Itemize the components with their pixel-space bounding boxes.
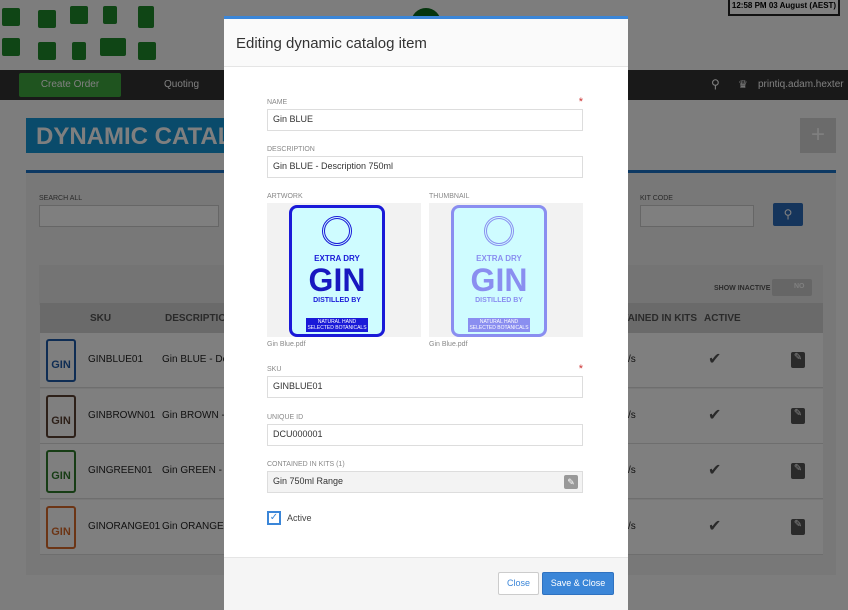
unique-id-label: UNIQUE ID <box>267 414 304 421</box>
sku-input[interactable]: GINBLUE01 <box>267 376 583 398</box>
description-label: DESCRIPTION <box>267 146 315 153</box>
required-marker: * <box>578 363 583 375</box>
active-checkbox[interactable]: ✓ <box>267 511 281 525</box>
name-input[interactable]: Gin BLUE <box>267 109 583 131</box>
description-input[interactable]: Gin BLUE - Description 750ml <box>267 156 583 178</box>
unique-id-input[interactable]: DCU000001 <box>267 424 583 446</box>
required-marker: * <box>578 96 583 108</box>
artwork-filename[interactable]: Gin Blue.pdf <box>267 341 306 348</box>
active-label: Active <box>287 513 312 523</box>
thumbnail-filename[interactable]: Gin Blue.pdf <box>429 341 468 348</box>
thumbnail-image[interactable]: EXTRA DRY GIN DISTILLED BY NATURAL HAND … <box>429 203 583 337</box>
thumbnail-label: THUMBNAIL <box>429 193 470 200</box>
name-label: NAME <box>267 99 288 106</box>
edit-catalog-item-dialog: Editing dynamic catalog item NAME * Gin BL… <box>224 16 628 610</box>
artwork-label: ARTWORK <box>267 193 303 200</box>
artwork-image[interactable]: EXTRA DRY GIN DISTILLED BY NATURAL HAND … <box>267 203 421 337</box>
dialog-title: Editing dynamic catalog item <box>236 35 427 52</box>
close-button[interactable]: Close <box>498 572 539 595</box>
kits-label: CONTAINED IN KITS (1) <box>267 461 345 468</box>
kits-field: Gin 750ml Range ✎ <box>267 471 583 493</box>
edit-kits-icon[interactable]: ✎ <box>564 475 578 489</box>
sku-label: SKU <box>267 366 282 373</box>
save-close-button[interactable]: Save & Close <box>542 572 614 595</box>
